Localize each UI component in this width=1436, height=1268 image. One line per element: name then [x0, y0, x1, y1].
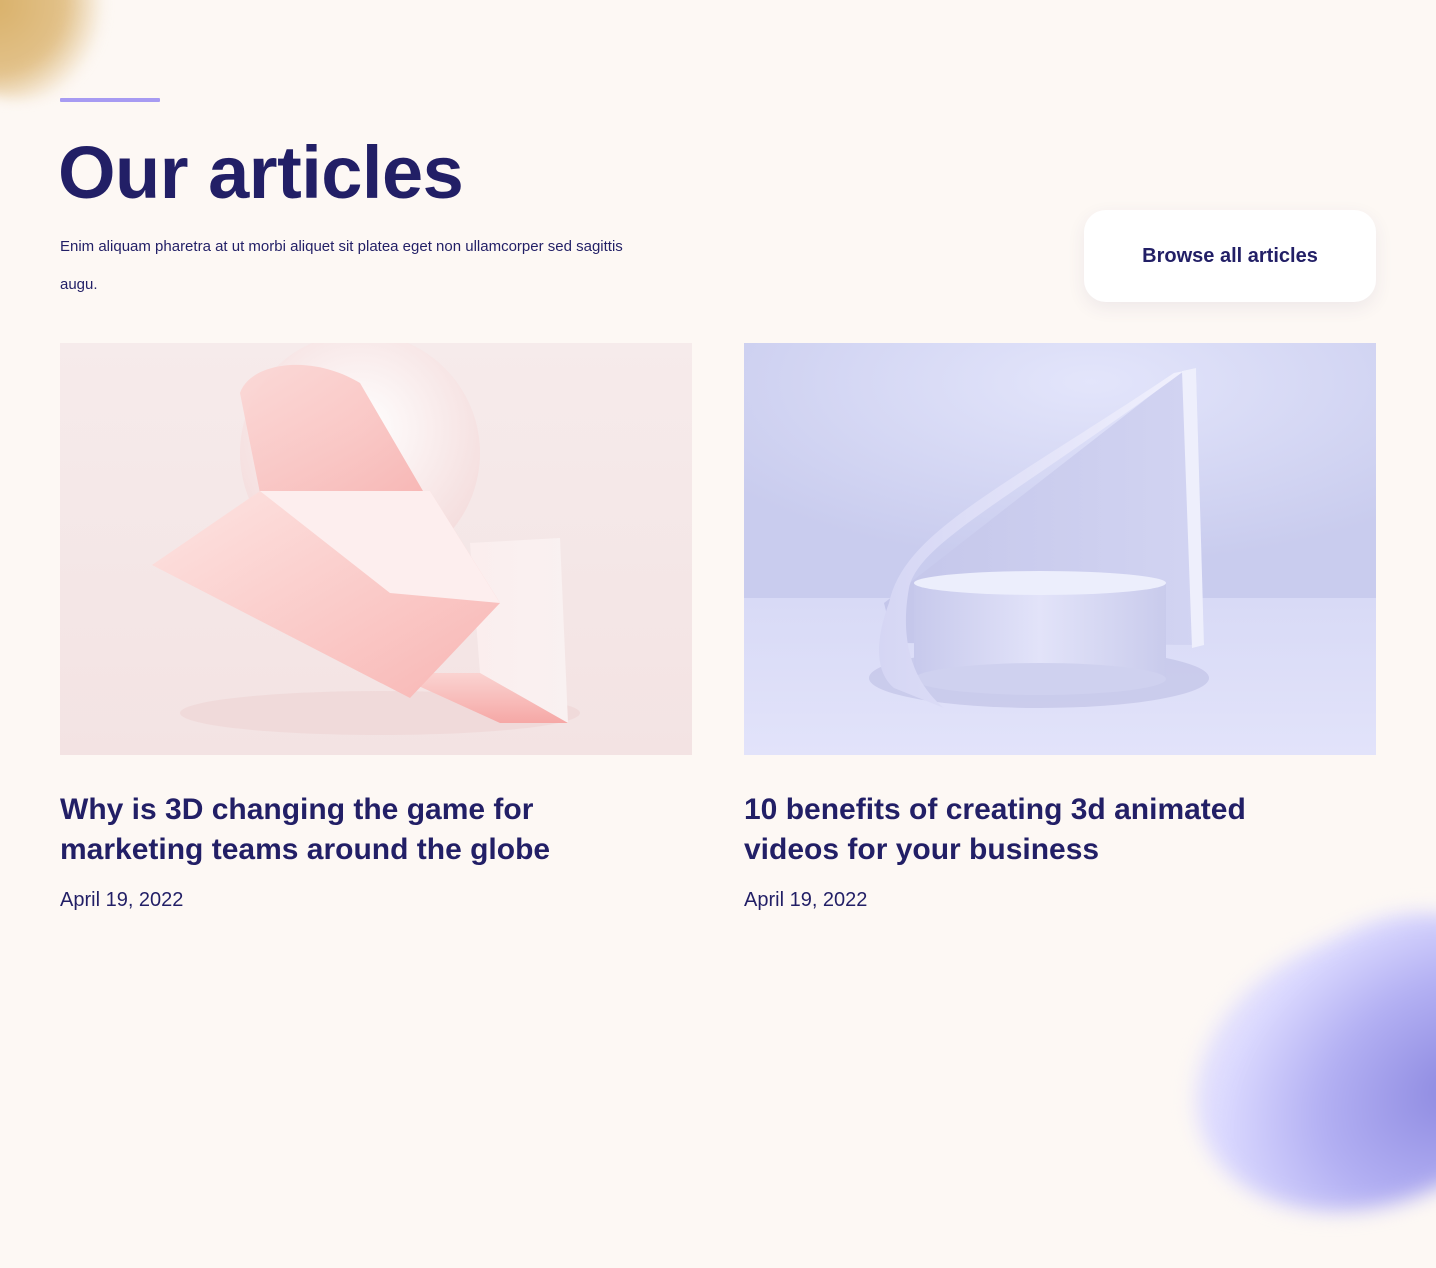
browse-all-articles-button[interactable]: Browse all articles [1084, 210, 1376, 302]
article-card[interactable]: Why is 3D changing the game for marketin… [60, 343, 692, 911]
article-image-pink-shapes[interactable] [60, 343, 692, 755]
article-date: April 19, 2022 [60, 889, 184, 911]
article-title[interactable]: Why is 3D changing the game for marketin… [60, 790, 660, 870]
page-title: Our articles [58, 131, 464, 214]
article-title[interactable]: 10 benefits of creating 3d animated vide… [744, 790, 1344, 870]
decorative-purple-blob [1149, 871, 1436, 1268]
section-description: Enim aliquam pharetra at ut morbi alique… [60, 238, 623, 293]
decorative-gold-blob [0, 0, 143, 133]
article-date: April 19, 2022 [744, 889, 868, 911]
article-image-lavender-podium[interactable] [744, 343, 1376, 755]
accent-line [60, 98, 160, 102]
article-card[interactable]: 10 benefits of creating 3d animated vide… [744, 343, 1376, 911]
